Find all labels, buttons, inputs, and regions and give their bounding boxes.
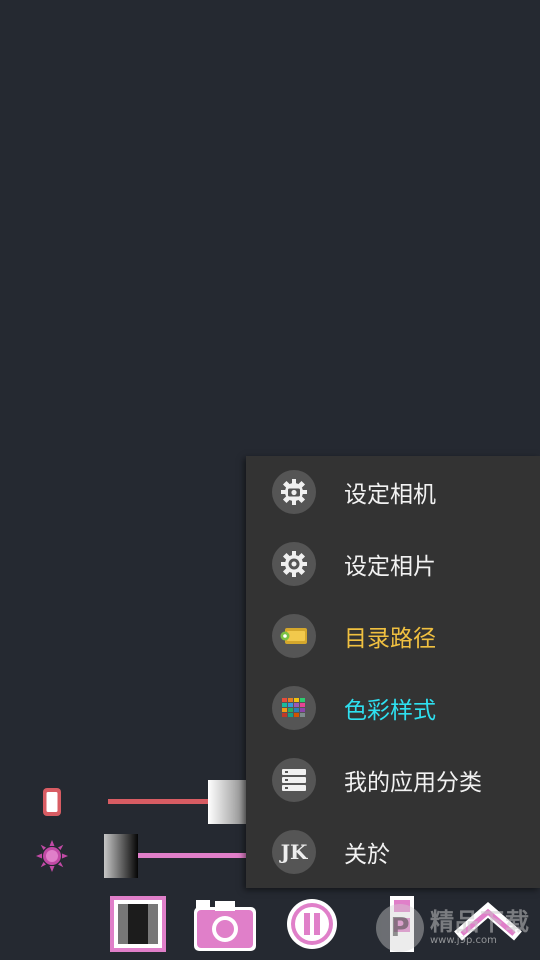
menu-label-photo-settings: 设定相片 — [344, 554, 436, 580]
overflow-menu: 设定相机 设定相片 目录路径 色彩样式 我的应用分类 JK 关於 — [246, 456, 540, 888]
menu-item-directory-path[interactable]: 目录路径 — [246, 600, 540, 672]
camera-icon[interactable] — [192, 894, 258, 954]
screen: 设定相机 设定相片 目录路径 色彩样式 我的应用分类 JK 关於 P 精品下载 … — [0, 0, 540, 960]
folder-tag-icon — [272, 614, 316, 658]
menu-item-color-style[interactable]: 色彩样式 — [246, 672, 540, 744]
camera-settings-icon — [272, 470, 316, 514]
pause-icon[interactable] — [284, 894, 340, 954]
menu-label-my-app-categories: 我的应用分类 — [344, 770, 482, 796]
brightness-slider-track[interactable] — [138, 853, 246, 858]
menu-item-about[interactable]: JK 关於 — [246, 816, 540, 888]
menu-label-color-style: 色彩样式 — [344, 698, 436, 724]
color-palette-icon — [272, 686, 316, 730]
about-badge-text: JK — [280, 840, 308, 864]
watermark-url: www.j9p.com — [430, 935, 497, 946]
menu-label-camera-settings: 设定相机 — [344, 482, 436, 508]
brightness-slider-thumb[interactable] — [104, 834, 138, 878]
sun-icon — [36, 840, 68, 872]
about-jk-icon: JK — [272, 830, 316, 874]
watermark-title: 精品下载 — [430, 908, 530, 936]
menu-label-directory-path: 目录路径 — [344, 626, 436, 652]
menu-item-camera-settings[interactable]: 设定相机 — [246, 456, 540, 528]
menu-label-about: 关於 — [344, 842, 390, 868]
menu-item-my-app-categories[interactable]: 我的应用分类 — [246, 744, 540, 816]
app-list-icon — [272, 758, 316, 802]
menu-item-photo-settings[interactable]: 设定相片 — [246, 528, 540, 600]
phone-icon — [43, 788, 61, 816]
photo-settings-icon — [272, 542, 316, 586]
frame-icon[interactable] — [108, 894, 168, 954]
watermark-logo: P — [376, 904, 424, 952]
phone-slider-thumb[interactable] — [208, 780, 246, 824]
watermark: P 精品下载 www.j9p.com — [376, 900, 540, 956]
